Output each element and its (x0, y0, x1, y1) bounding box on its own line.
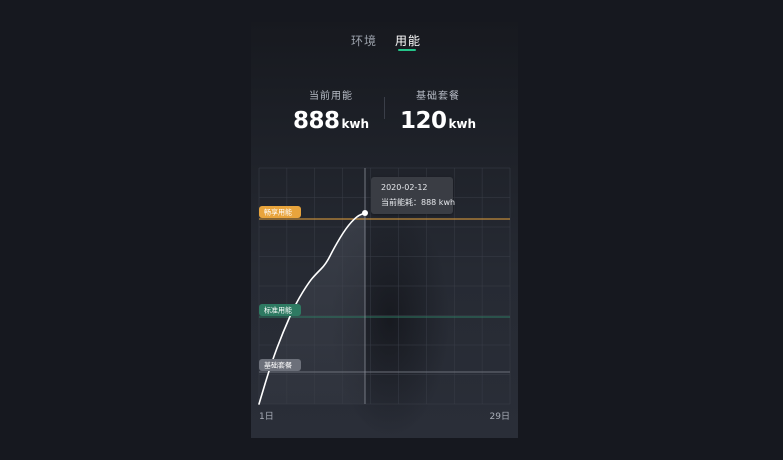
basic-plan-label: 基础套餐 (416, 91, 460, 102)
tooltip-date: 2020-02-12 (381, 183, 428, 192)
highlight-point[interactable] (362, 210, 368, 216)
tooltip: 2020-02-12 当前能耗：888 kwh (371, 177, 456, 214)
basic-plan-stat: 基础套餐 120 kwh (383, 87, 493, 134)
basic-plan-number: 120 (399, 108, 447, 134)
premium-tag-label: 畅享用能 (264, 208, 292, 217)
current-usage-number: 888 (292, 108, 340, 134)
basic-tag-label: 基础套餐 (264, 361, 292, 370)
standard-tag-label: 标准用能 (264, 306, 292, 315)
current-usage-stat: 当前用能 888 kwh (276, 87, 386, 134)
premium-tag: 畅享用能 (259, 206, 301, 218)
x-axis-start-label: 1日 (259, 411, 274, 422)
basic-tag: 基础套餐 (259, 359, 301, 371)
current-usage-unit: kwh (341, 117, 370, 131)
current-usage-value: 888 kwh (276, 108, 386, 134)
tab-bar: 环境 用能 (251, 32, 518, 54)
standard-tag: 标准用能 (259, 304, 301, 316)
current-usage-label: 当前用能 (309, 91, 353, 102)
tab-environment[interactable]: 环境 (351, 32, 377, 49)
basic-plan-unit: kwh (448, 117, 477, 131)
energy-screen: 环境 用能 当前用能 888 kwh 基础套餐 120 kwh 畅享用能 标准用… (0, 0, 783, 460)
active-tab-indicator (398, 49, 416, 51)
tab-energy[interactable]: 用能 (395, 32, 421, 49)
x-axis-end-label: 29日 (490, 411, 510, 422)
basic-plan-value: 120 kwh (383, 108, 493, 134)
tooltip-value: 当前能耗：888 kwh (381, 198, 456, 207)
